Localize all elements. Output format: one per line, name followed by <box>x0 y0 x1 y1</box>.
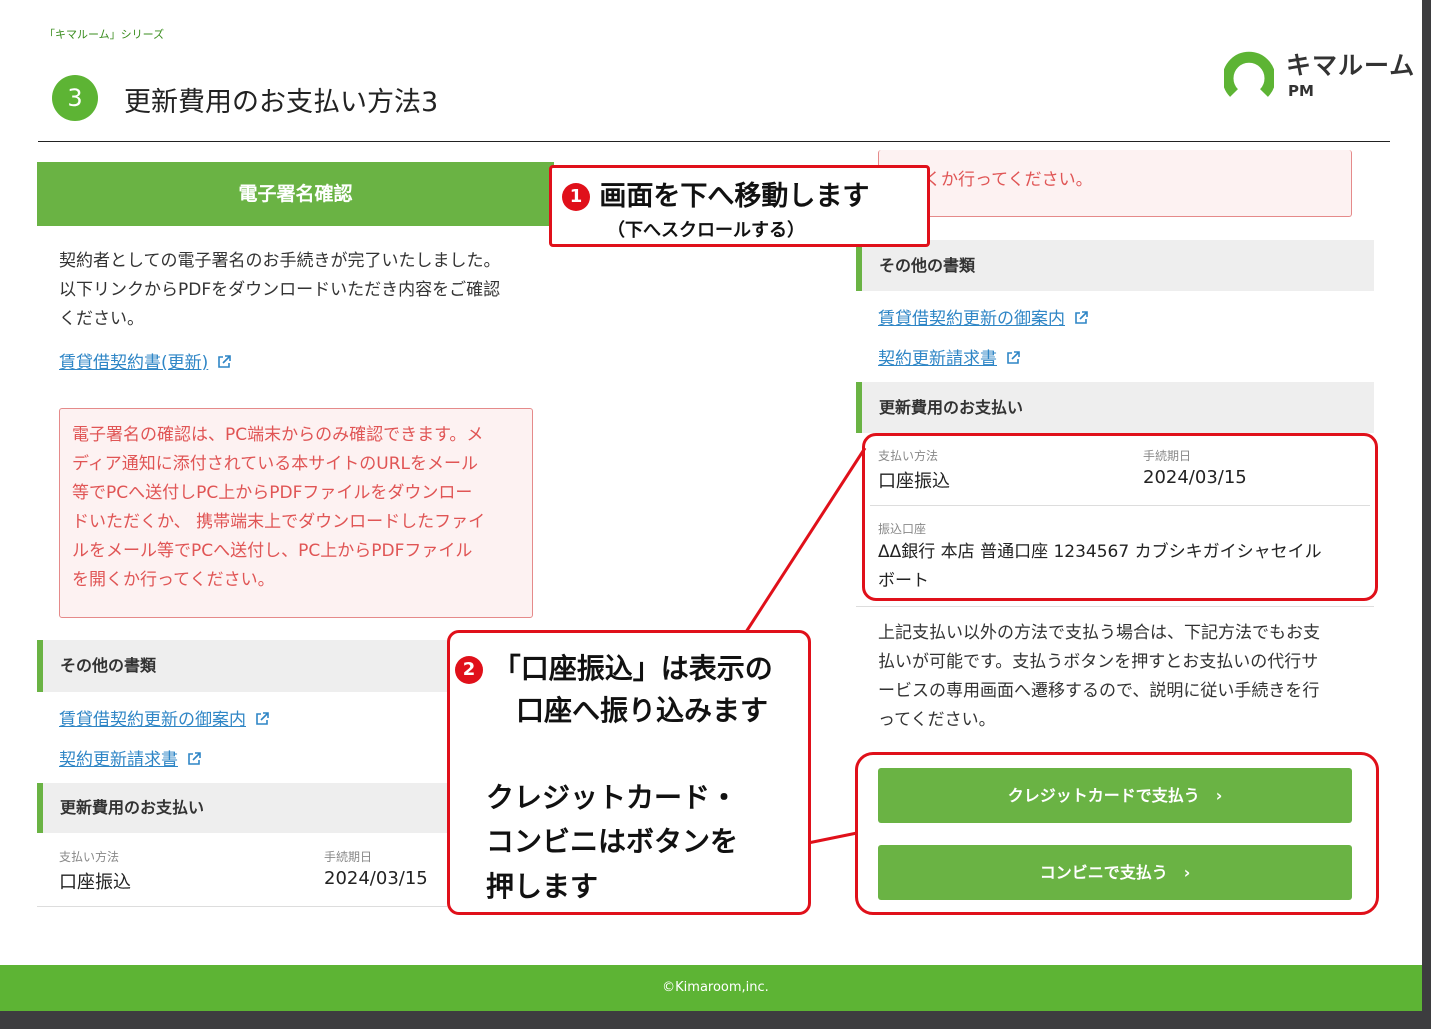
other-docs-heading: その他の書類 <box>856 240 1374 291</box>
other-method-line: ってください。 <box>878 710 996 730</box>
warning-line: ドいただくか、 携帯端末上でダウンロードしたファイ <box>72 512 486 532</box>
callout-number-badge: 2 <box>455 656 483 684</box>
callout-line: クレジットカード・ <box>486 781 739 814</box>
divider <box>37 906 447 907</box>
footer: ©Kimaroom,inc. <box>0 965 1431 1011</box>
window-bottom-bar <box>0 1011 1431 1029</box>
callout-line: 「口座振込」は表示の <box>492 652 773 685</box>
payment-heading: 更新費用のお支払い <box>856 382 1374 433</box>
callout-subtitle: （下へスクロールする） <box>607 220 805 241</box>
warning-line: ルをメール等でPCへ送付し、PC上からPDFファイル <box>72 541 473 561</box>
warning-line: 等でPCへ送付しPC上からPDFファイルをダウンロー <box>72 483 473 503</box>
doc-link-row[interactable]: 賃貸借契約更新の御案内 <box>59 705 269 730</box>
account-highlight-box <box>862 433 1378 601</box>
other-method-text: 上記支払い以外の方法で支払う場合は、下記方法でもお支 払いが可能です。支払うボタ… <box>878 619 1358 735</box>
callout-number-badge: 1 <box>562 183 590 211</box>
callout-line: 押します <box>486 870 599 903</box>
window-right-edge <box>1422 0 1431 1011</box>
logo-subtext: PM <box>1288 82 1314 100</box>
warning-line: を開くか行ってください。 <box>72 570 275 590</box>
method-label: 支払い方法 <box>59 850 120 864</box>
logo-text: キマルーム <box>1286 51 1416 80</box>
callout-payment-instructions: 2 「口座振込」は表示の 口座へ振り込みます クレジットカード・ コンビニはボタ… <box>447 630 811 915</box>
other-method-line: 払いが可能です。支払うボタンを押すとお支払いの代行サ <box>878 652 1319 672</box>
doc-link-row[interactable]: 賃貸借契約更新の御案内 <box>878 304 1088 329</box>
contract-link[interactable]: 賃貸借契約書(更新) <box>59 353 208 373</box>
external-link-icon <box>1075 311 1088 324</box>
step-number-badge: 3 <box>52 75 98 121</box>
external-link-icon <box>218 355 232 368</box>
signature-text-line: 以下リンクからPDFをダウンロードいただき内容をご確認 <box>59 280 501 300</box>
other-method-line: 上記支払い以外の方法で支払う場合は、下記方法でもお支 <box>878 623 1320 643</box>
doc-link-row[interactable]: 契約更新請求書 <box>878 344 1020 369</box>
due-label: 手続期日 <box>324 850 373 864</box>
callout-line: 口座へ振り込みます <box>516 694 769 727</box>
renewal-invoice-link[interactable]: 契約更新請求書 <box>59 750 178 770</box>
warning-line: ディア通知に添付されている本サイトのURLをメール <box>72 454 479 474</box>
divider <box>856 606 1374 607</box>
contract-link-row[interactable]: 賃貸借契約書(更新) <box>59 348 232 373</box>
warning-line: 電子署名の確認は、PC端末からのみ確認できます。メ <box>72 425 484 445</box>
signature-text: 契約者としての電子署名のお手続きが完了いたしました。 以下リンクからPDFをダウ… <box>59 247 549 334</box>
callout-line: コンビニはボタンを <box>486 825 739 858</box>
due-value: 2024/03/15 <box>324 868 428 889</box>
external-link-icon <box>256 712 269 725</box>
callout-title: 画面を下へ移動します <box>599 181 870 212</box>
signature-heading: 電子署名確認 <box>37 162 554 226</box>
external-link-icon <box>1007 351 1020 364</box>
external-link-icon <box>188 752 201 765</box>
signature-warning-box: 電子署名の確認は、PC端末からのみ確認できます。メ ディア通知に添付されている本… <box>59 408 533 618</box>
copyright: ©Kimaroom,inc. <box>662 980 769 995</box>
series-label: 「キマルーム」シリーズ <box>44 28 165 41</box>
warning-line: くか行ってください。 <box>924 170 1093 190</box>
title-divider <box>38 141 1390 142</box>
signature-text-line: ください。 <box>59 309 144 329</box>
doc-link-row[interactable]: 契約更新請求書 <box>59 745 201 770</box>
buttons-highlight-box <box>855 752 1379 915</box>
method-value: 口座振込 <box>59 872 131 893</box>
page-title: 更新費用のお支払い方法3 <box>124 87 439 118</box>
other-method-line: ービスの専用画面へ遷移するので、説明に従い手続きを行 <box>878 681 1320 701</box>
renewal-guide-link[interactable]: 賃貸借契約更新の御案内 <box>878 309 1065 329</box>
warning-box-tail: くか行ってください。 <box>878 150 1352 217</box>
signature-text-line: 契約者としての電子署名のお手続きが完了いたしました。 <box>59 251 501 271</box>
callout-scroll-down: 1 画面を下へ移動します （下へスクロールする） <box>549 165 930 247</box>
renewal-invoice-link[interactable]: 契約更新請求書 <box>878 349 997 369</box>
kimaroom-logo-icon <box>1224 51 1274 97</box>
renewal-guide-link[interactable]: 賃貸借契約更新の御案内 <box>59 710 246 730</box>
